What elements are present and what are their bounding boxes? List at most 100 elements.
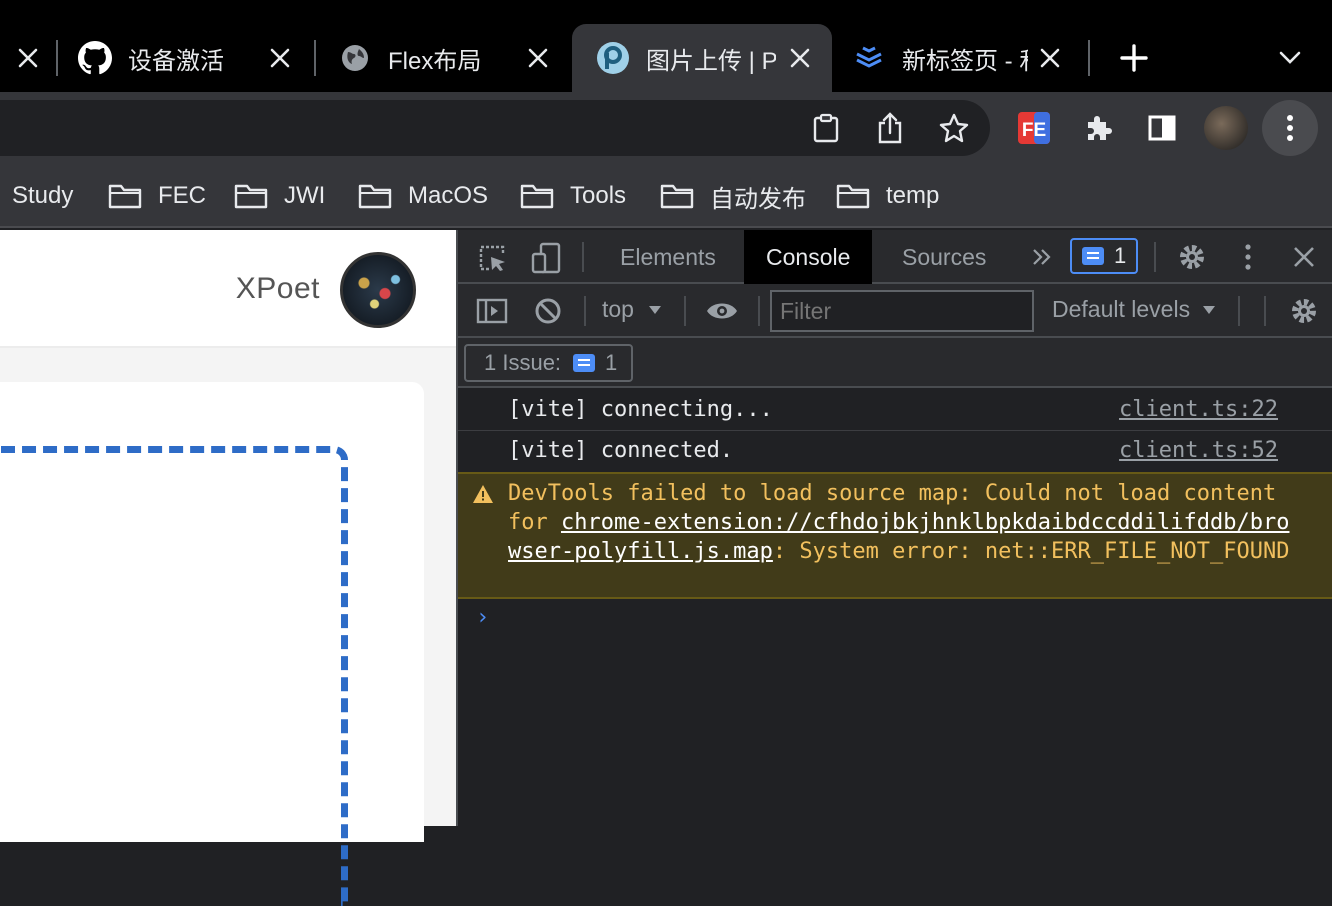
bookmarks-bar: Study FEC JWI MacOS Tools 自动发布 temp — [0, 164, 1332, 228]
context-selector[interactable]: top — [602, 296, 662, 323]
console-output: [vite] connecting... client.ts:22 [vite]… — [458, 390, 1332, 639]
extensions-icon[interactable] — [1078, 108, 1118, 148]
clipboard-icon[interactable] — [806, 108, 846, 148]
tab-separator — [314, 40, 316, 76]
devtools-panel: Elements Console Sources 1 top Filter De… — [456, 230, 1332, 826]
new-tab-button[interactable] — [1114, 38, 1154, 78]
log-message: [vite] connecting... — [508, 397, 773, 422]
bookmark-study[interactable]: Study — [12, 178, 73, 214]
log-message: [vite] connected. — [508, 438, 734, 463]
menu-icon[interactable] — [1262, 100, 1318, 156]
tab-picx[interactable]: 图片上传 | P — [572, 24, 832, 92]
plus-icon — [1120, 44, 1148, 72]
message-icon — [1082, 247, 1104, 265]
side-panel-icon[interactable] — [1142, 108, 1182, 148]
profile-avatar[interactable] — [1204, 106, 1248, 150]
page-header: XPoet — [0, 230, 456, 348]
message-icon — [573, 354, 596, 372]
upload-dropzone[interactable] — [0, 446, 348, 906]
close-icon[interactable] — [264, 42, 296, 74]
bookmark-label: 自动发布 — [710, 185, 806, 213]
bookmark-folder-autopublish[interactable]: 自动发布 — [660, 178, 806, 214]
github-icon — [78, 41, 112, 75]
dropdown-arrow-icon — [1203, 305, 1216, 314]
tab-0[interactable] — [0, 24, 56, 92]
sidebar-toggle-icon[interactable] — [472, 291, 512, 331]
bookmark-label: JWI — [284, 182, 326, 209]
issues-button[interactable]: 1 Issue: 1 — [464, 344, 634, 382]
console-toolbar: top Default levels — [458, 284, 1332, 338]
tab-sources[interactable]: Sources — [880, 230, 1008, 284]
close-icon[interactable] — [12, 42, 44, 74]
star-icon[interactable] — [934, 108, 974, 148]
more-tabs-icon[interactable] — [1022, 237, 1062, 277]
picx-icon — [596, 41, 630, 75]
filter-input[interactable] — [770, 290, 1034, 332]
bookmark-folder-jwi[interactable]: JWI — [234, 178, 325, 214]
bookmark-label: Tools — [570, 182, 627, 209]
close-icon[interactable] — [1034, 42, 1066, 74]
fe-helper-icon[interactable]: FE — [1014, 108, 1054, 148]
bookmark-folder-tools[interactable]: Tools — [520, 178, 626, 214]
tab-elements[interactable]: Elements — [598, 230, 738, 284]
settings-gear-icon[interactable] — [1172, 237, 1212, 277]
eye-icon[interactable] — [702, 291, 742, 331]
issues-bar: 1 Issue: 1 — [458, 338, 1332, 388]
tab-newtab[interactable]: 新标签页 - 和 — [836, 24, 1082, 92]
share-icon[interactable] — [870, 108, 910, 148]
chevron-down-icon — [1279, 51, 1301, 64]
folder-icon — [108, 184, 142, 209]
username[interactable]: XPoet — [236, 272, 320, 306]
close-icon[interactable] — [522, 42, 554, 74]
tab-console[interactable]: Console — [744, 230, 873, 284]
prompt-chevron-icon: › — [476, 605, 490, 630]
upload-card — [0, 382, 424, 906]
device-toolbar-icon[interactable] — [526, 238, 566, 278]
tab-title: 设备激活 — [128, 47, 224, 75]
bookmark-label: MacOS — [408, 182, 489, 209]
log-source-link[interactable]: client.ts:22 — [1119, 397, 1278, 422]
folder-icon — [234, 184, 268, 209]
bookmark-label: FEC — [158, 182, 206, 209]
bookmark-folder-fec[interactable]: FEC — [108, 178, 206, 214]
tab-separator — [1088, 40, 1090, 76]
log-row: [vite] connecting... client.ts:22 — [458, 390, 1332, 431]
bookmark-label: temp — [886, 182, 940, 209]
tab-title: 图片上传 | P — [646, 47, 776, 75]
log-levels-dropdown[interactable]: Default levels — [1052, 296, 1216, 323]
web-page: XPoet — [0, 230, 456, 906]
close-devtools-icon[interactable] — [1284, 237, 1324, 277]
warning-suffix: : System error: net::ERR_FILE_NOT_FOUND — [772, 539, 1290, 564]
warning-row: DevTools failed to load source map: Coul… — [458, 472, 1332, 599]
console-prompt-row[interactable]: › — [458, 599, 1332, 639]
folder-icon — [836, 184, 870, 209]
tab-github[interactable]: 设备激活 — [64, 24, 312, 92]
issues-counter[interactable]: 1 — [1070, 238, 1139, 274]
toolbar: FE — [0, 92, 1332, 164]
tab-strip: 设备激活 Flex布局 图片上传 | P 新标签页 - 和 — [0, 0, 1332, 92]
avatar[interactable] — [340, 252, 416, 328]
console-settings-gear-icon[interactable] — [1284, 291, 1324, 331]
close-icon[interactable] — [784, 42, 816, 74]
tab-separator — [56, 40, 58, 76]
layers-icon — [852, 41, 886, 75]
bookmark-folder-macos[interactable]: MacOS — [358, 178, 488, 214]
dropdown-arrow-icon — [648, 305, 661, 314]
devtools-tabbar: Elements Console Sources 1 — [458, 230, 1332, 284]
bookmark-folder-temp[interactable]: temp — [836, 178, 939, 214]
devtools-menu-icon[interactable] — [1228, 237, 1268, 277]
tab-title: Flex布局 — [388, 47, 482, 75]
clear-console-icon[interactable] — [528, 291, 568, 331]
globe-icon — [338, 41, 372, 75]
tab-flex[interactable]: Flex布局 — [322, 24, 570, 92]
tab-search-button[interactable] — [1270, 38, 1310, 78]
folder-icon — [660, 184, 694, 209]
svg-text:FE: FE — [1022, 120, 1046, 141]
folder-icon — [520, 184, 554, 209]
tab-title: 新标签页 - 和 — [902, 47, 1028, 75]
bookmark-label: Study — [12, 182, 74, 209]
folder-icon — [358, 184, 392, 209]
inspect-element-icon[interactable] — [472, 238, 512, 278]
log-row: [vite] connected. client.ts:52 — [458, 431, 1332, 472]
log-source-link[interactable]: client.ts:52 — [1119, 438, 1278, 463]
